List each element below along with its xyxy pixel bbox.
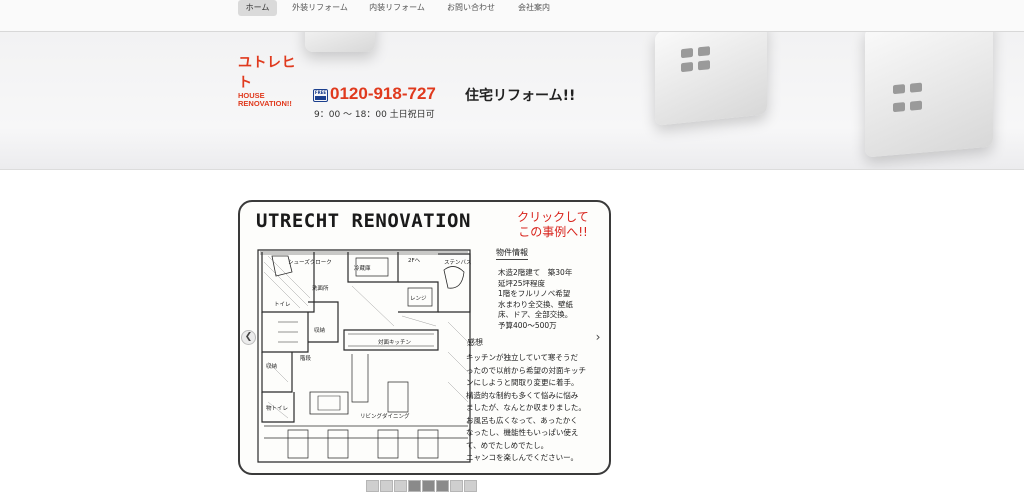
info-line: 水まわり全交換、壁紙 [498,299,573,309]
slider-thumbnails [366,480,477,492]
nav-interior-reform[interactable]: 内装リフォーム [369,0,425,16]
impression-line: お風呂も広くなって、あったかく [466,415,578,425]
slider-thumbnail[interactable] [422,480,435,492]
slider-prev-button[interactable]: ❮ [241,330,256,345]
impressions-heading: 感想 [467,338,483,347]
renovation-case-slide[interactable]: UTRECHT RENOVATION クリックして この事例へ!! シューズクロ… [238,200,611,475]
room-label: トイレ [274,302,291,308]
impression-line: て、めでたしめでたし。 [466,440,549,450]
nav-company[interactable]: 会社案内 [516,0,552,16]
slider-next-button[interactable]: › [591,330,605,345]
click-note: クリックして この事例へ!! [508,210,598,240]
impression-line: ましたが、なんとか収まりました。 [466,403,586,412]
business-hours: 9：00 〜 18：00 土日祝日可 [314,110,435,120]
click-note-line-1: クリックして [517,210,589,224]
slider-thumbnail[interactable] [380,480,393,492]
slider-thumbnail[interactable] [450,480,463,492]
room-label: 2Fへ [408,258,421,264]
impressions-text: キッチンが独立していて寒そうだ ったので以前から希望の対面キッチ ンにしようと間… [466,352,604,465]
phone-number[interactable]: 0120-918-727 [330,84,436,104]
room-label: 収納 [266,362,278,370]
slider-thumbnail[interactable] [408,480,421,492]
info-line: 延坪25坪程度 [498,278,546,288]
nav-contact[interactable]: お問い合わせ [446,0,496,16]
room-label: 洗面所 [312,284,329,292]
brand-logo[interactable]: ユトレヒト HOUSE RENOVATION!! [238,52,308,108]
impression-line: 構造的な制約も多くて悩みに悩み [466,390,579,400]
top-navigation: ホーム 外装リフォーム 内装リフォーム お問い合わせ 会社案内 [0,0,1024,32]
slider-thumbnail[interactable] [464,480,477,492]
brand-name: ユトレヒト [238,54,296,90]
room-label: 収納 [314,326,326,334]
nav-exterior-reform[interactable]: 外装リフォーム [291,0,349,16]
slider-thumbnail[interactable] [366,480,379,492]
chevron-left-icon: ❮ [244,332,253,342]
property-info: 木造2階建て 築30年 延坪25坪程度 1階をフルリノベ希望 水まわり全交換、壁… [498,268,608,331]
impression-line: キッチンが独立していて寒そうだ [466,353,579,362]
house-decoration [865,32,993,158]
floor-plan-sketch: シューズクローク 洗面所 トイレ 収納 2Fへ 冷蔵庫 レンジ ステンバス 対面… [257,249,472,463]
room-label: レンジ [410,296,427,302]
impression-line: ったので以前から希望の対面キッチ [466,365,586,375]
nav-home[interactable]: ホーム [238,0,277,16]
click-note-line-2: この事例へ!! [518,225,588,239]
info-line: 木造2階建て 築30年 [498,268,573,277]
room-label: 冷蔵庫 [354,264,371,272]
free-dial-icon: FREE [313,89,328,102]
house-decoration [655,32,767,126]
info-line: 床、ドア、全部交換。 [498,310,573,319]
impression-line: ンにしようと間取り変更に着手。 [466,378,579,387]
room-label: シューズクローク [288,258,332,266]
house-decoration [305,32,375,52]
room-label: ステンバス [444,259,472,266]
slider-thumbnail[interactable] [394,480,407,492]
impression-line: ニャンコを楽しんでくださいー。 [466,453,579,462]
slide-title: UTRECHT RENOVATION [256,210,471,232]
room-label: リビングダイニング [360,412,410,420]
info-line: 1階をフルリノベ希望 [498,289,571,298]
property-info-heading: 物件情報 [496,247,528,260]
free-dial-text: FREE [314,90,327,95]
chevron-right-icon: › [595,330,601,344]
room-label: 対面キッチン [378,338,412,346]
hero-tagline: 住宅リフォーム!! [465,88,576,104]
brand-sub-2: RENOVATION!! [238,99,292,108]
slider-thumbnail[interactable] [436,480,449,492]
room-label: 階段 [300,354,312,362]
room-label: 物トイレ [266,404,288,412]
impression-line: なったし、機能性もいっぱい使え [466,428,579,437]
